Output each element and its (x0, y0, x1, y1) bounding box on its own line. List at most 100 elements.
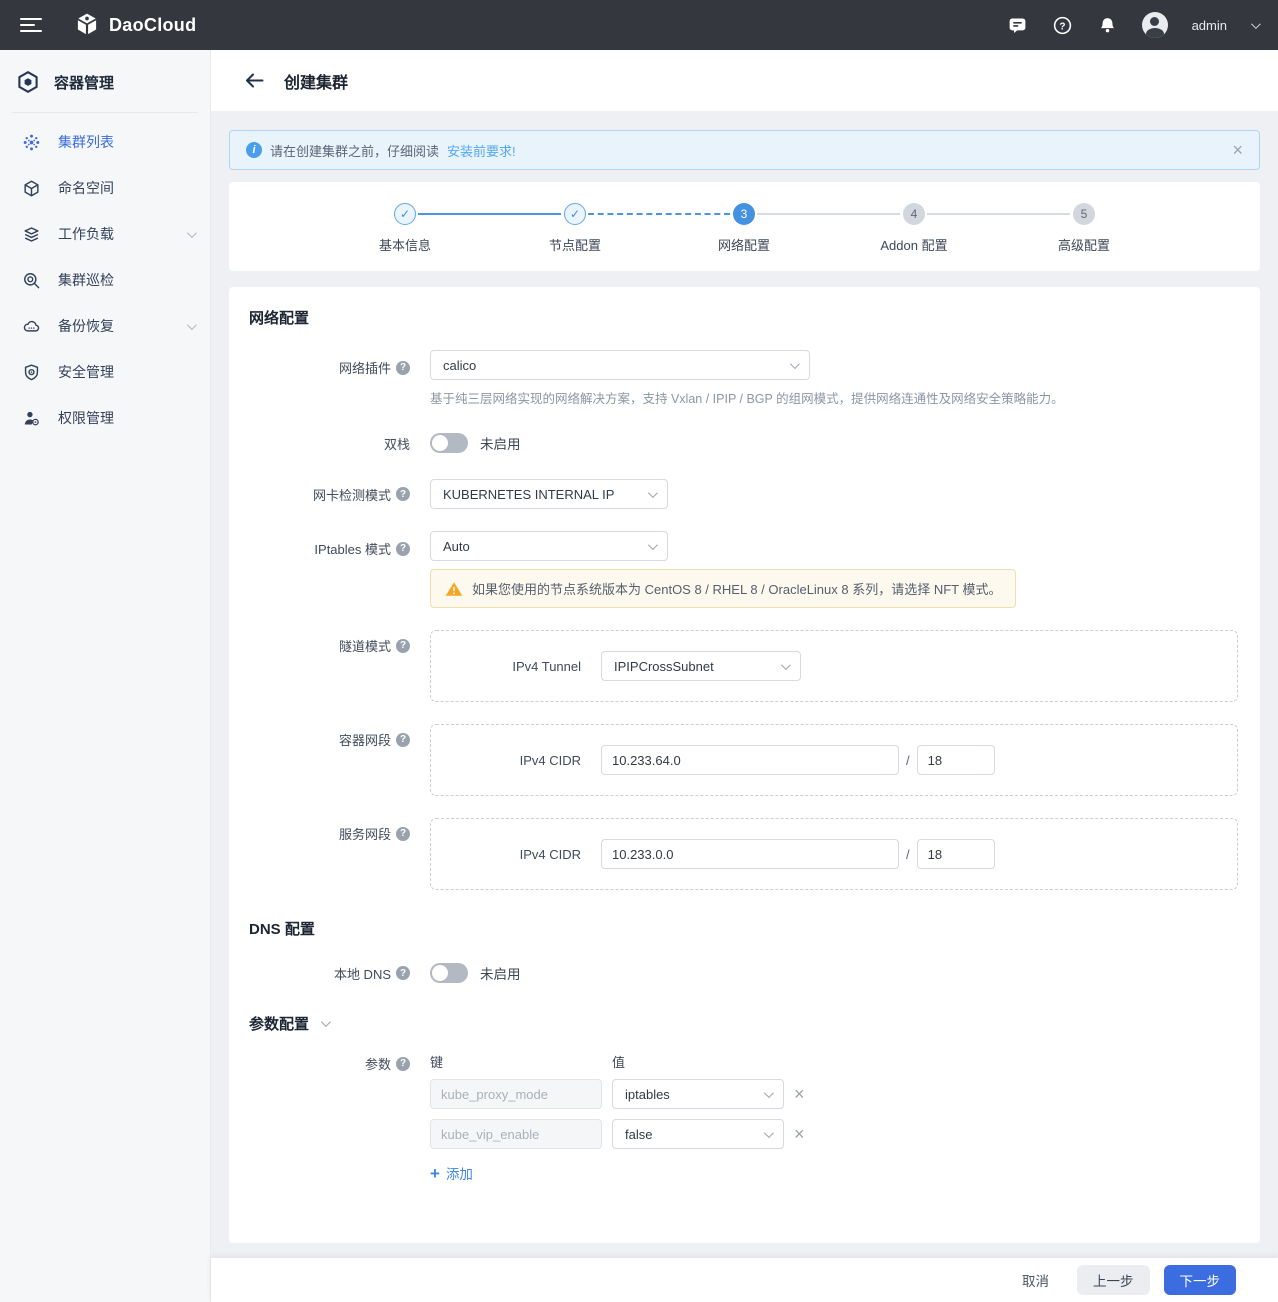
section-title-network: 网络配置 (249, 307, 1240, 328)
network-config-form: 网络配置 网络插件 calico 基于纯三层网络实现的网络解决方案，支持 Vxl… (229, 287, 1260, 1243)
banner-text: 请在创建集群之前，仔细阅读 (270, 141, 439, 160)
add-param-button[interactable]: 添加 (430, 1163, 473, 1183)
help-icon[interactable] (396, 542, 410, 556)
chevron-down-icon (187, 320, 197, 330)
sidebar-item-backup-restore[interactable]: 备份恢复 (0, 303, 210, 349)
pod-cidr-label: 容器网段 (339, 730, 391, 749)
step-connector (927, 213, 1070, 215)
help-icon[interactable] (396, 1057, 410, 1071)
step-circle-basic-info[interactable]: ✓ (394, 203, 416, 225)
page-title-bar: 创建集群 (211, 50, 1278, 111)
brand-name: DaoCloud (109, 15, 196, 36)
avatar-icon[interactable] (1142, 12, 1168, 38)
help-icon[interactable] (396, 487, 410, 501)
help-icon[interactable] (396, 966, 410, 980)
step-label-network-config: 网络配置 (674, 235, 814, 254)
param-remove-button-1[interactable] (794, 1125, 805, 1143)
page-title: 创建集群 (284, 69, 348, 93)
pod-cidr-input[interactable] (601, 745, 899, 775)
user-name[interactable]: admin (1192, 18, 1227, 33)
help-icon[interactable] (396, 639, 410, 653)
svc-cidr-input[interactable] (601, 839, 899, 869)
section-title-dns: DNS 配置 (249, 918, 1240, 939)
param-remove-button-0[interactable] (794, 1085, 805, 1103)
info-icon (246, 142, 262, 158)
inspection-magnifier-icon (22, 271, 41, 290)
network-plugin-select[interactable]: calico (430, 350, 810, 380)
param-key-input-1[interactable] (430, 1119, 602, 1149)
sidebar-item-label: 集群巡检 (58, 270, 194, 290)
sidebar-item-cluster-inspection[interactable]: 集群巡检 (0, 257, 210, 303)
help-icon[interactable] (396, 361, 410, 375)
param-value-select-1[interactable]: false (612, 1119, 784, 1149)
param-row: false (430, 1119, 805, 1149)
top-bar: DaoCloud ? admin (0, 0, 1278, 50)
pod-cidr-mask-input[interactable] (917, 745, 995, 775)
back-button[interactable] (245, 73, 264, 88)
sidebar-nav: 集群列表 命名空间 工作负载 集群巡检 (0, 113, 210, 441)
step-circle-advanced-config[interactable]: 5 (1073, 203, 1095, 225)
workload-layers-icon (22, 225, 41, 244)
next-step-button[interactable]: 下一步 (1164, 1265, 1237, 1295)
sidebar-item-security-management[interactable]: 安全管理 (0, 349, 210, 395)
cidr-separator: / (906, 753, 910, 768)
user-menu-chevron-icon[interactable] (1251, 19, 1261, 29)
chevron-down-icon (648, 488, 658, 498)
brand[interactable]: DaoCloud (74, 12, 196, 38)
iptables-mode-select[interactable]: Auto (430, 531, 668, 561)
chevron-down-icon (781, 660, 791, 670)
sidebar-item-label: 权限管理 (58, 408, 194, 428)
cluster-dots-icon (22, 133, 41, 152)
tunnel-mode-label: 隧道模式 (339, 636, 391, 655)
help-icon[interactable]: ? (1052, 15, 1073, 36)
param-value-header: 值 (612, 1052, 625, 1071)
sidebar-item-workload[interactable]: 工作负载 (0, 211, 210, 257)
svg-text:?: ? (1059, 21, 1065, 32)
chevron-down-icon (764, 1088, 774, 1098)
bell-icon[interactable] (1097, 15, 1118, 36)
cidr-separator: / (906, 847, 910, 862)
prev-step-button[interactable]: 上一步 (1077, 1265, 1150, 1295)
svc-cidr-mask-input[interactable] (917, 839, 995, 869)
backup-cloud-icon (22, 317, 41, 336)
step-circle-addon-config[interactable]: 4 (903, 203, 925, 225)
dual-stack-label: 双栈 (384, 434, 410, 453)
sidebar-item-permission-management[interactable]: 权限管理 (0, 395, 210, 441)
dual-stack-toggle[interactable] (430, 433, 468, 453)
step-connector (588, 213, 730, 215)
hamburger-menu-icon[interactable] (20, 18, 42, 32)
namespace-cube-icon (22, 179, 41, 198)
cancel-button[interactable]: 取消 (1022, 1270, 1049, 1290)
collapse-chevron-icon[interactable] (321, 1017, 331, 1027)
sidebar-item-cluster-list[interactable]: 集群列表 (0, 119, 210, 165)
sidebar-header[interactable]: 容器管理 (0, 50, 210, 112)
svc-cidr-label: 服务网段 (339, 824, 391, 843)
help-icon[interactable] (396, 827, 410, 841)
sidebar-item-label: 工作负载 (58, 224, 187, 244)
help-icon[interactable] (396, 733, 410, 747)
tunnel-mode-group: IPv4 Tunnel IPIPCrossSubnet (430, 630, 1238, 702)
ipv4-tunnel-select[interactable]: IPIPCrossSubnet (601, 651, 801, 681)
sidebar-item-label: 集群列表 (58, 132, 194, 152)
svc-cidr-group: IPv4 CIDR / (430, 818, 1238, 890)
step-circle-network-config[interactable]: 3 (733, 203, 755, 225)
step-label-basic-info: 基本信息 (335, 235, 475, 254)
message-icon[interactable] (1007, 15, 1028, 36)
permission-user-icon (22, 409, 41, 428)
step-connector (757, 213, 900, 215)
chevron-down-icon (187, 228, 197, 238)
params-label: 参数 (365, 1054, 391, 1073)
security-shield-icon (22, 363, 41, 382)
sidebar-item-namespace[interactable]: 命名空间 (0, 165, 210, 211)
container-management-icon (16, 70, 40, 94)
install-requirements-link[interactable]: 安装前要求! (447, 141, 516, 160)
local-dns-toggle[interactable] (430, 963, 468, 983)
warning-icon (445, 581, 463, 597)
param-row: iptables (430, 1079, 805, 1109)
step-label-node-config: 节点配置 (505, 235, 645, 254)
step-circle-node-config[interactable]: ✓ (564, 203, 586, 225)
param-key-input-0[interactable] (430, 1079, 602, 1109)
nic-detect-mode-select[interactable]: KUBERNETES INTERNAL IP (430, 479, 668, 509)
banner-close-icon[interactable] (1232, 141, 1243, 159)
param-value-select-0[interactable]: iptables (612, 1079, 784, 1109)
